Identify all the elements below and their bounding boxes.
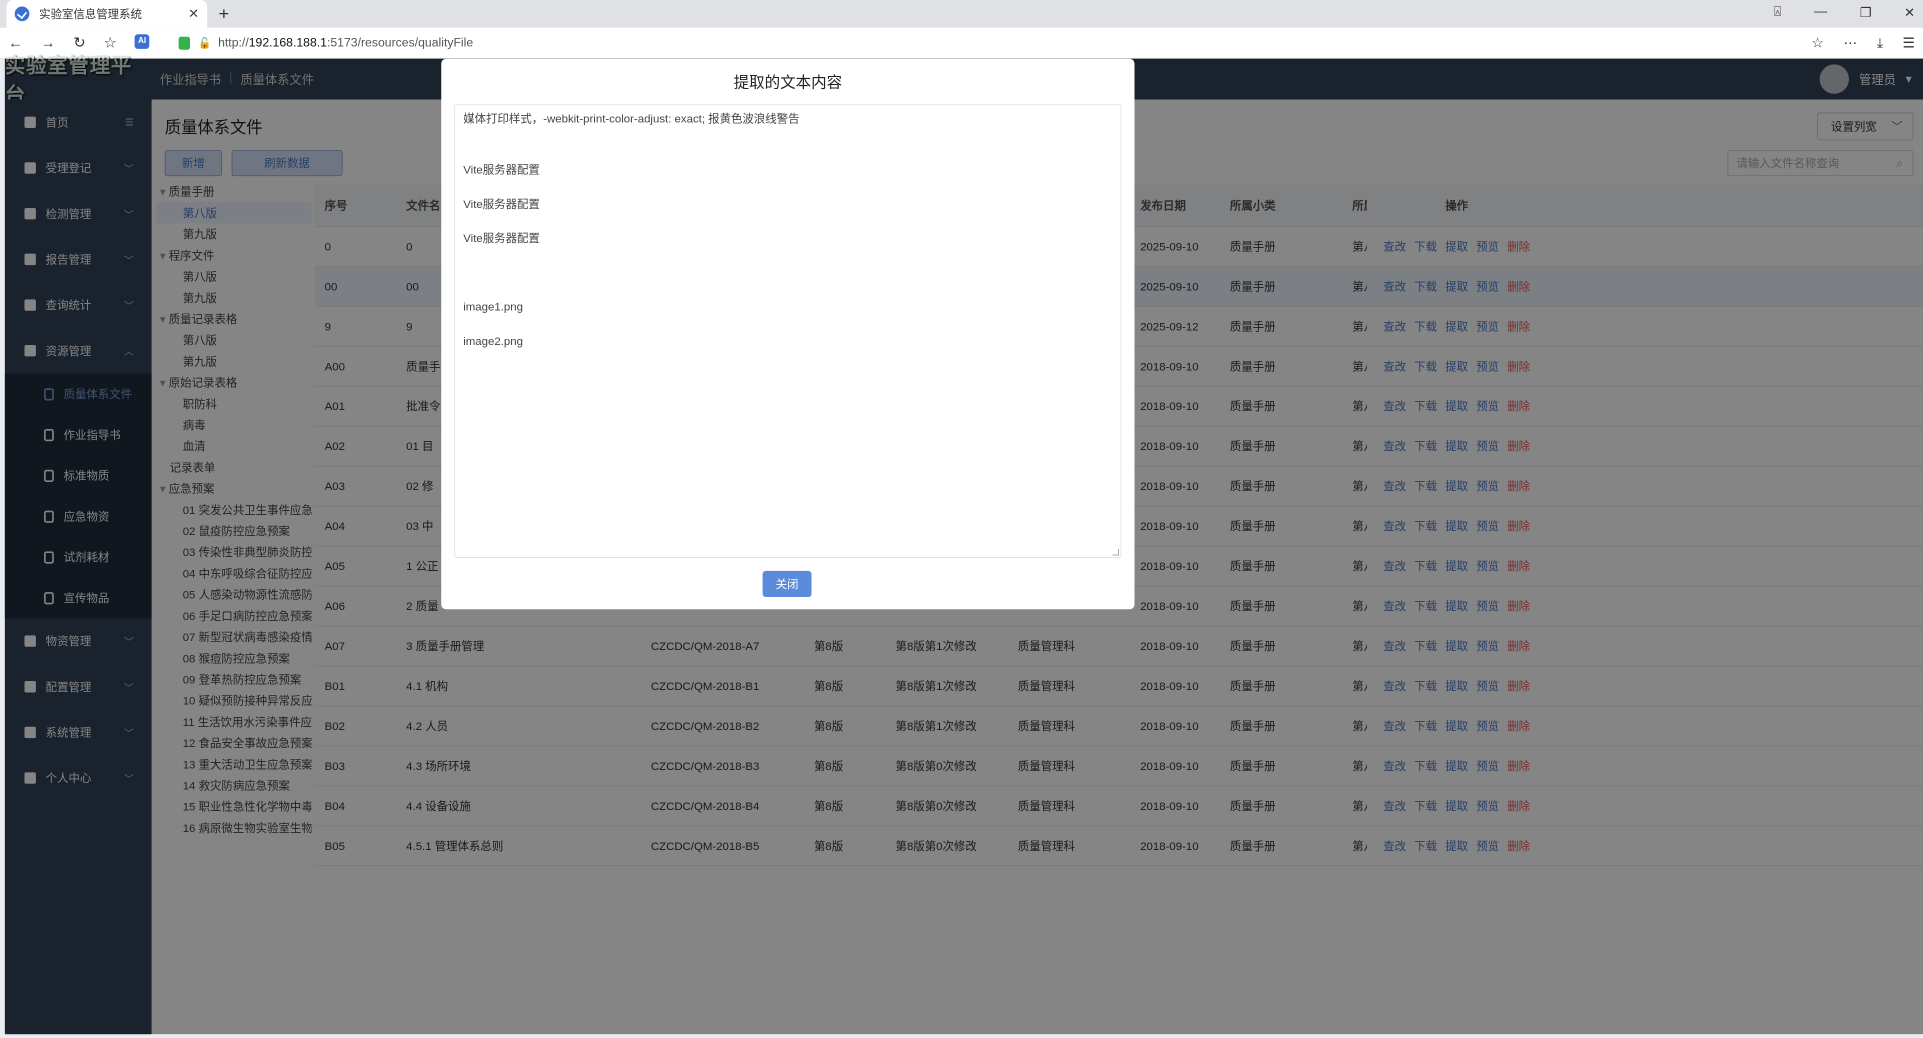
text-line: Vite服务器配置	[463, 197, 540, 211]
close-window-icon[interactable]: ✕	[1904, 5, 1915, 21]
menu-icon[interactable]: ☰	[1903, 35, 1915, 51]
text-line	[463, 127, 1112, 144]
extracted-text-area[interactable]: 媒体打印样式，-webkit-print-color-adjust: exact…	[454, 104, 1122, 558]
text-line	[463, 247, 1112, 264]
text-line	[463, 316, 1112, 333]
browser-tab[interactable]: 实验室信息管理系统 ✕	[6, 0, 208, 28]
minimize-icon[interactable]: —	[1814, 5, 1827, 21]
pin-icon[interactable]: ⍓	[1774, 5, 1782, 21]
text-line	[463, 144, 1112, 161]
download-icon[interactable]: ⤓	[1877, 35, 1883, 51]
bookmark-star-icon[interactable]: ☆	[1811, 35, 1823, 51]
url-field[interactable]: http://192.168.188.1:5173/resources/qual…	[218, 36, 473, 50]
dialog-title: 提取的文本内容	[733, 74, 843, 92]
extracted-text-dialog: 提取的文本内容 媒体打印样式，-webkit-print-color-adjus…	[441, 58, 1135, 610]
text-line: 媒体打印样式，-webkit-print-color-adjust: exact…	[463, 111, 800, 125]
tab-close-icon[interactable]: ✕	[188, 6, 199, 22]
text-line: image1.png	[463, 300, 523, 314]
site-favicon-icon	[14, 6, 30, 22]
text-line	[463, 179, 1112, 196]
text-line	[463, 264, 1112, 281]
restore-icon[interactable]: ❐	[1860, 5, 1872, 21]
address-bar: ← → ↻ ☆ AI 🔓 http://192.168.188.1:5173/r…	[0, 27, 1923, 59]
text-line: Vite服务器配置	[463, 231, 540, 245]
new-tab-icon[interactable]: +	[219, 3, 229, 24]
ai-icon[interactable]: AI	[134, 34, 150, 49]
text-line	[463, 213, 1112, 230]
text-line	[463, 281, 1112, 298]
tab-title: 实验室信息管理系统	[39, 7, 142, 21]
text-line: Vite服务器配置	[463, 163, 540, 177]
window-controls: ⍓ — ❐ ✕	[1774, 5, 1915, 21]
insecure-lock-icon[interactable]: 🔓	[198, 36, 211, 49]
security-shield-icon[interactable]	[178, 36, 191, 50]
more-icon[interactable]: ⋯	[1843, 35, 1857, 51]
resize-handle-icon[interactable]	[1112, 548, 1120, 556]
close-button[interactable]: 关闭	[762, 570, 812, 598]
text-line: image2.png	[463, 334, 523, 348]
browser-tabbar: 实验室信息管理系统 ✕ + ⍓ — ❐ ✕	[0, 0, 1923, 28]
